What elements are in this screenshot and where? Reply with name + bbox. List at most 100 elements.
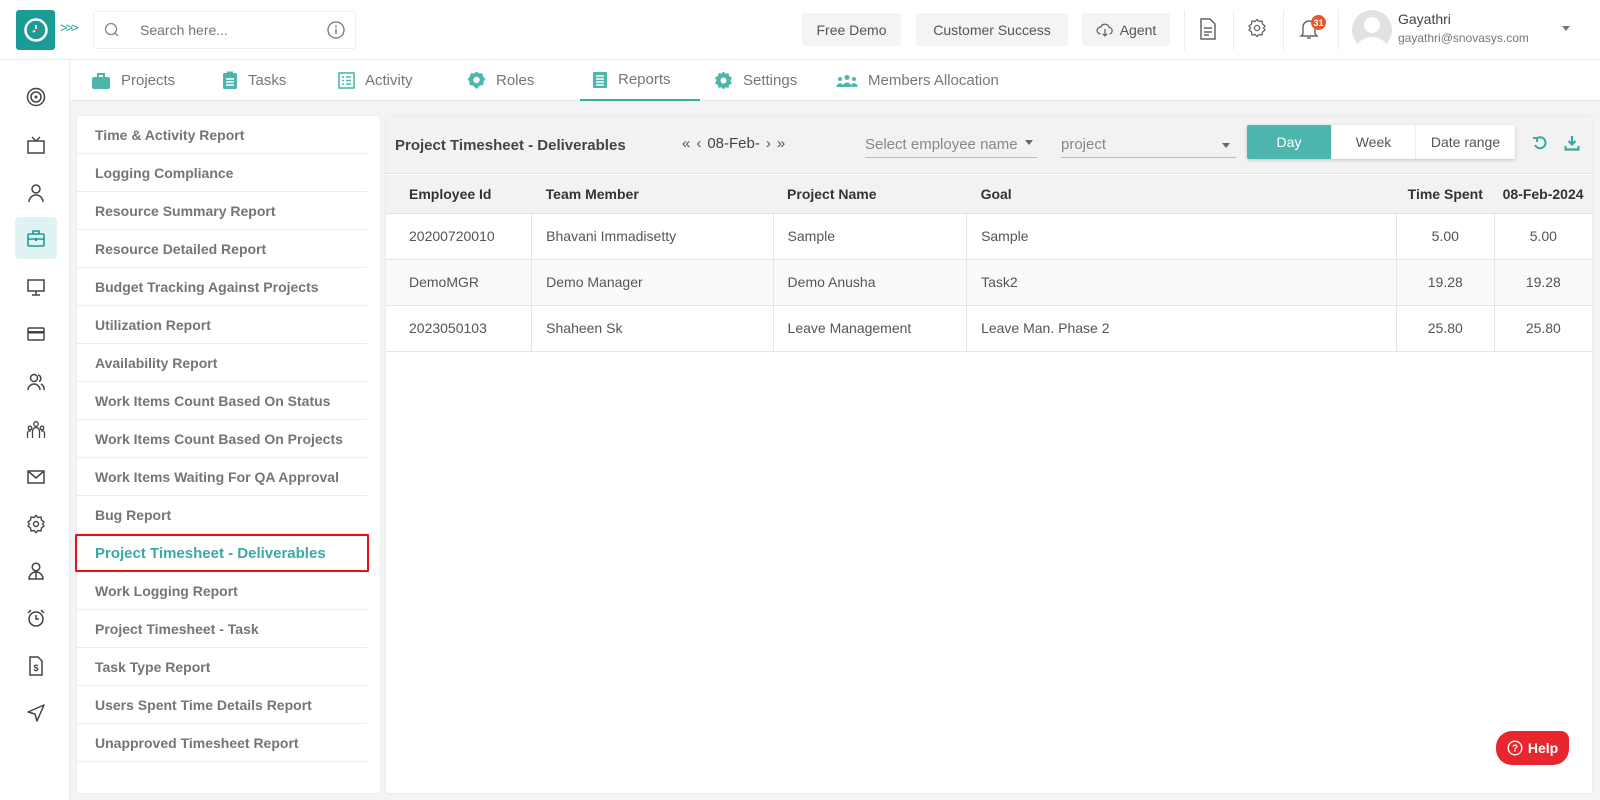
previous-day-chevron-icon[interactable]: ‹: [696, 135, 701, 152]
report-item[interactable]: Logging Compliance: [77, 154, 367, 192]
current-date[interactable]: 08-Feb-: [707, 135, 760, 152]
project-name-cell: Demo Anusha: [773, 259, 968, 306]
report-item[interactable]: Task Type Report: [77, 648, 367, 686]
tab-label: Roles: [496, 72, 535, 89]
info-icon[interactable]: [327, 21, 345, 39]
column-header-date[interactable]: 08-Feb-2024: [1494, 175, 1592, 214]
project-name-cell: Leave Management: [773, 305, 968, 352]
rail-item-mail[interactable]: [15, 456, 57, 498]
free-demo-label: Free Demo: [816, 21, 887, 38]
table-row[interactable]: DemoMGR Demo Manager Demo Anusha Task2 19.28…: [386, 259, 1592, 306]
rail-item-projects[interactable]: [15, 217, 57, 259]
next-period-double-chevron-icon[interactable]: »: [777, 135, 785, 152]
rail-item-settings[interactable]: [15, 503, 57, 545]
rail-item-send[interactable]: [15, 692, 57, 734]
svg-text:$: $: [33, 663, 38, 673]
goal-cell: Leave Man. Phase 2: [966, 305, 1397, 352]
free-demo-button[interactable]: Free Demo: [802, 13, 901, 46]
tab-label: Reports: [618, 71, 671, 88]
column-header-project-name[interactable]: Project Name: [773, 175, 967, 214]
search-box[interactable]: [93, 11, 356, 49]
user-menu-chevron-down-icon[interactable]: [1562, 26, 1570, 31]
tab-activity[interactable]: Activity: [326, 60, 425, 101]
tab-members-allocation[interactable]: Members Allocation: [824, 60, 1011, 101]
week-button[interactable]: Week: [1332, 125, 1416, 159]
rail-item-monitor[interactable]: [15, 266, 57, 308]
employee-id-cell: DemoMGR: [386, 259, 533, 306]
document-icon[interactable]: [1199, 18, 1217, 40]
column-header-time-spent[interactable]: Time Spent: [1396, 175, 1495, 214]
tab-reports[interactable]: Reports: [580, 60, 700, 101]
report-item[interactable]: Budget Tracking Against Projects: [77, 268, 367, 306]
notification-badge: 31: [1311, 15, 1326, 30]
date-range-button[interactable]: Date range: [1416, 125, 1515, 159]
report-item[interactable]: Unapproved Timesheet Report: [77, 724, 367, 762]
expand-sidebar-icon[interactable]: >>>: [60, 20, 79, 35]
column-header-employee-id[interactable]: Employee Id: [386, 175, 532, 214]
agent-button[interactable]: Agent: [1082, 13, 1170, 46]
sidebar-rail: $: [0, 60, 70, 800]
time-spent-cell: 5.00: [1396, 213, 1495, 260]
user-icon: [28, 184, 44, 203]
table-row[interactable]: 2023050103 Shaheen Sk Leave Management Leav…: [386, 305, 1592, 352]
tab-label: Projects: [121, 72, 176, 89]
download-icon[interactable]: [1564, 135, 1580, 151]
tab-tasks[interactable]: Tasks: [210, 60, 298, 101]
employee-id-cell: 20200720010: [386, 213, 533, 260]
report-item-active[interactable]: Project Timesheet - Deliverables: [75, 534, 369, 572]
rail-item-invoice[interactable]: $: [15, 645, 57, 687]
column-header-goal[interactable]: Goal: [966, 175, 1397, 214]
column-header-team-member[interactable]: Team Member: [531, 175, 774, 214]
report-item[interactable]: Users Spent Time Details Report: [77, 686, 367, 724]
report-item[interactable]: Work Items Count Based On Projects: [77, 420, 367, 458]
members-icon: [836, 74, 858, 87]
tab-roles[interactable]: Roles: [455, 60, 546, 101]
day-button[interactable]: Day: [1247, 125, 1332, 159]
report-item[interactable]: Time & Activity Report: [77, 116, 367, 154]
team-member-cell: Bhavani Immadisetty: [531, 213, 774, 260]
question-circle-icon: ?: [1507, 740, 1523, 756]
range-toggle: Day Week Date range: [1247, 125, 1515, 159]
report-item[interactable]: Resource Detailed Report: [77, 230, 367, 268]
users-icon: [27, 373, 45, 391]
employee-select[interactable]: Select employee name: [865, 136, 1037, 158]
report-item[interactable]: Bug Report: [77, 496, 367, 534]
gear-icon: [715, 71, 732, 90]
rail-item-team[interactable]: [15, 409, 57, 451]
table-row[interactable]: 20200720010 Bhavani Immadisetty Sample Samp…: [386, 213, 1592, 260]
rail-item-dashboard[interactable]: [15, 76, 57, 118]
rail-item-tv[interactable]: [15, 124, 57, 166]
project-select[interactable]: project: [1061, 136, 1236, 158]
tab-projects[interactable]: Projects: [79, 60, 187, 101]
next-day-chevron-icon[interactable]: ›: [766, 135, 771, 152]
app-logo[interactable]: [16, 10, 55, 50]
customer-success-label: Customer Success: [933, 21, 1051, 38]
help-label: Help: [1527, 740, 1559, 756]
settings-gear-icon[interactable]: [1247, 18, 1267, 38]
rail-item-users[interactable]: [15, 361, 57, 403]
tv-icon: [27, 136, 45, 154]
previous-period-double-chevron-icon[interactable]: «: [682, 135, 690, 152]
tab-settings[interactable]: Settings: [702, 60, 809, 101]
rail-item-billing[interactable]: [15, 313, 57, 355]
reset-icon[interactable]: [1532, 135, 1548, 151]
rail-item-employee[interactable]: [15, 550, 57, 592]
report-item[interactable]: Utilization Report: [77, 306, 367, 344]
clock-logo-icon: [23, 18, 48, 42]
time-spent-cell: 25.80: [1396, 305, 1495, 352]
report-item[interactable]: Project Timesheet - Task: [77, 610, 367, 648]
report-item[interactable]: Availability Report: [77, 344, 367, 382]
rail-item-alarm[interactable]: [15, 597, 57, 639]
search-input[interactable]: [140, 22, 310, 38]
avatar[interactable]: [1352, 10, 1392, 50]
employee-id-cell: 2023050103: [386, 305, 533, 352]
report-item[interactable]: Work Items Count Based On Status: [77, 382, 367, 420]
rail-item-profile[interactable]: [15, 172, 57, 214]
report-item[interactable]: Work Items Waiting For QA Approval: [77, 458, 367, 496]
report-item[interactable]: Resource Summary Report: [77, 192, 367, 230]
report-item[interactable]: Work Logging Report: [77, 572, 367, 610]
help-button[interactable]: ? Help: [1496, 731, 1569, 765]
customer-success-button[interactable]: Customer Success: [916, 13, 1068, 46]
invoice-icon: $: [29, 656, 43, 676]
team-member-cell: Shaheen Sk: [531, 305, 774, 352]
